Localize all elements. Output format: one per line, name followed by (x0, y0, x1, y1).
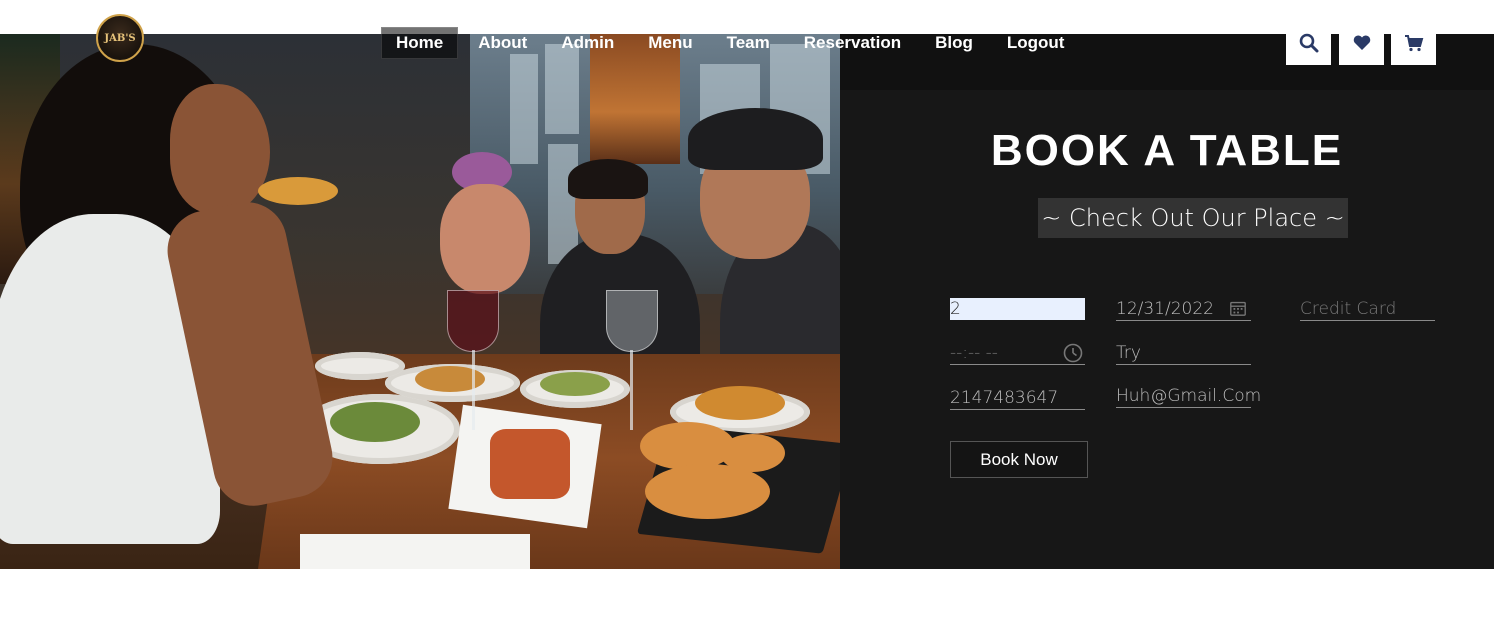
credit-card-placeholder: Credit Card (1300, 299, 1397, 319)
clock-icon[interactable] (1063, 343, 1083, 363)
page: BOOK A TABLE ~ Check Out Our Place ~ 2 1… (0, 0, 1494, 639)
cookie (645, 464, 770, 519)
calendar-icon[interactable] (1229, 299, 1249, 319)
search-button[interactable] (1286, 20, 1331, 65)
email-field[interactable]: Huh@Gmail.Com (1116, 385, 1261, 408)
credit-card-field[interactable]: Credit Card (1300, 298, 1435, 321)
plate (315, 352, 405, 380)
logo[interactable]: JAB'S (96, 14, 144, 62)
nav-team[interactable]: Team (713, 27, 784, 59)
page-title: BOOK A TABLE (990, 126, 1344, 175)
woman-face (170, 84, 270, 214)
email-value: Huh@Gmail.Com (1116, 386, 1262, 406)
nav-blog[interactable]: Blog (921, 27, 987, 59)
food (490, 429, 570, 499)
cart-icon (1404, 34, 1423, 51)
wine-glass (606, 290, 658, 352)
diner (440, 184, 530, 294)
food (695, 386, 785, 420)
nav-menu[interactable]: Menu (634, 27, 706, 59)
name-value: Try (1116, 343, 1141, 363)
booking-panel: BOOK A TABLE ~ Check Out Our Place ~ 2 1… (840, 34, 1494, 569)
glass-stem (630, 350, 633, 430)
food (540, 372, 610, 396)
heart-icon (1353, 34, 1370, 50)
phone-field[interactable]: 2147483647 (950, 387, 1085, 410)
nav-reservation[interactable]: Reservation (790, 27, 915, 59)
logo-text: JAB'S (104, 32, 136, 44)
napkin (300, 534, 530, 569)
diner-hair (568, 159, 648, 199)
nav-logout[interactable]: Logout (993, 27, 1079, 59)
search-icon (1299, 33, 1318, 52)
phone-value: 2147483647 (950, 388, 1059, 408)
time-value: --:-- -- (950, 343, 998, 363)
wishlist-button[interactable] (1339, 20, 1384, 65)
book-now-button[interactable]: Book Now (950, 441, 1088, 478)
food (330, 402, 420, 442)
cart-button[interactable] (1391, 20, 1436, 65)
name-field[interactable]: Try (1116, 342, 1251, 365)
hero-photo (0, 34, 840, 569)
nav-about[interactable]: About (464, 27, 541, 59)
main-nav: Home About Admin Menu Team Reservation B… (381, 27, 1078, 59)
date-field[interactable]: 12/31/2022 (1116, 298, 1251, 321)
wine-glass (447, 290, 499, 352)
flat-cap (688, 108, 823, 170)
nav-home[interactable]: Home (381, 27, 459, 59)
nav-admin[interactable]: Admin (547, 27, 628, 59)
guests-field[interactable]: 2 (950, 298, 1085, 320)
glass-stem (472, 350, 475, 430)
subtitle: ~ Check Out Our Place ~ (1038, 198, 1348, 238)
guests-value: 2 (950, 299, 961, 319)
time-field[interactable]: --:-- -- (950, 342, 1085, 365)
food (258, 177, 338, 205)
date-value: 12/31/2022 (1116, 299, 1214, 319)
